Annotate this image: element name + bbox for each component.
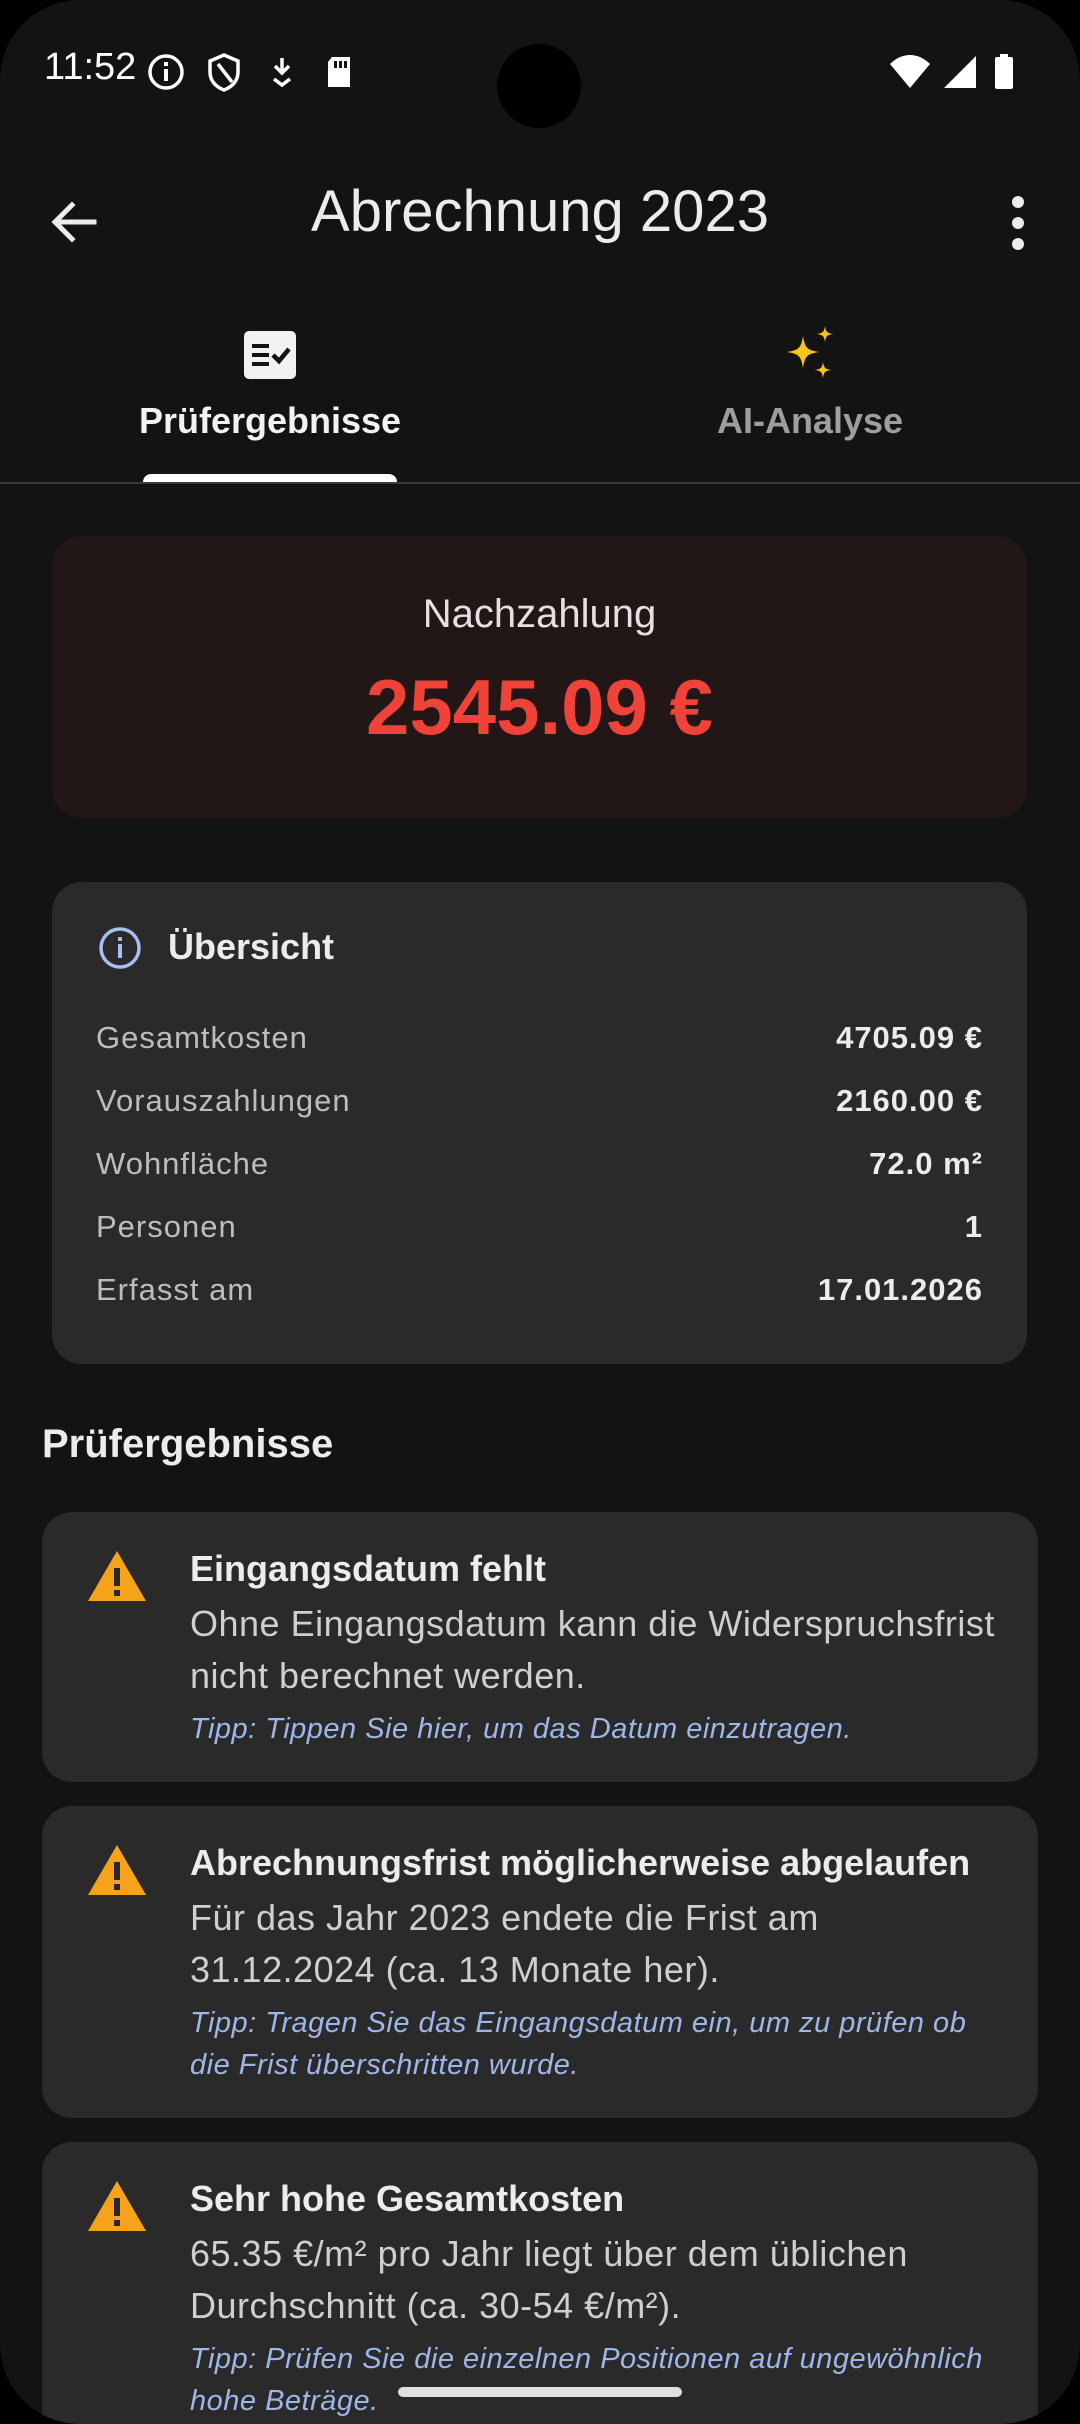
overview-row: Wohnfläche 72.0 m² bbox=[96, 1146, 983, 1196]
overview-value: 1 bbox=[964, 1209, 983, 1244]
result-card[interactable]: Abrechnungsfrist möglicherweise abgelauf… bbox=[42, 1806, 1038, 2118]
shield-icon bbox=[208, 53, 240, 92]
overview-label: Vorauszahlungen bbox=[96, 1083, 351, 1118]
signal-icon bbox=[944, 56, 976, 88]
results-heading: Prüfergebnisse bbox=[42, 1422, 334, 1466]
result-title: Abrechnungsfrist möglicherweise abgelauf… bbox=[190, 1842, 971, 1883]
overview-value: 2160.00 € bbox=[836, 1083, 983, 1118]
result-body: 65.35 €/m² pro Jahr liegt über dem üblic… bbox=[190, 2233, 908, 2326]
result-body: Ohne Eingangsdatum kann die Widerspruchs… bbox=[190, 1603, 995, 1696]
sparkles-icon bbox=[787, 326, 833, 378]
page-title: Abrechnung 2023 bbox=[311, 179, 769, 244]
result-title: Sehr hohe Gesamtkosten bbox=[190, 2178, 625, 2219]
balance-card: Nachzahlung 2545.09 € bbox=[52, 536, 1027, 818]
overview-value: 17.01.2026 bbox=[817, 1272, 983, 1307]
app-bar: Abrechnung 2023 bbox=[0, 150, 1080, 280]
info-icon bbox=[148, 54, 184, 90]
battery-icon bbox=[995, 54, 1013, 89]
camera-cutout bbox=[497, 44, 581, 128]
overview-row: Vorauszahlungen 2160.00 € bbox=[96, 1083, 983, 1133]
overview-row: Personen 1 bbox=[96, 1209, 983, 1259]
download-icon bbox=[272, 58, 292, 88]
warning-icon bbox=[88, 2181, 146, 2231]
overview-label: Gesamtkosten bbox=[96, 1020, 308, 1055]
warning-icon bbox=[88, 1551, 146, 1601]
result-card[interactable]: Sehr hohe Gesamtkosten 65.35 €/m² pro Ja… bbox=[42, 2142, 1038, 2424]
result-body: Für das Jahr 2023 endete die Frist am 31… bbox=[190, 1897, 819, 1990]
tab-label: Prüfergebnisse bbox=[138, 400, 402, 441]
overview-card: Übersicht Gesamtkosten 4705.09 € Vorausz… bbox=[52, 882, 1027, 1364]
status-time: 11:52 bbox=[44, 46, 137, 88]
result-tip: Tipp: Tragen Sie das Eingangsdatum ein, … bbox=[190, 2007, 967, 2081]
overview-value: 72.0 m² bbox=[869, 1146, 983, 1181]
result-tip: Tipp: Prüfen Sie die einzelnen Positione… bbox=[190, 2343, 983, 2417]
status-bar: 11:52 bbox=[0, 0, 1080, 140]
result-title: Eingangsdatum fehlt bbox=[190, 1548, 547, 1589]
info-outline-icon bbox=[99, 927, 141, 969]
tab-label: AI-Analyse bbox=[716, 400, 904, 441]
overview-title: Übersicht bbox=[168, 926, 335, 967]
sd-card-icon bbox=[328, 57, 350, 87]
more-vert-icon[interactable] bbox=[990, 188, 1046, 258]
overview-label: Erfasst am bbox=[96, 1272, 255, 1307]
overview-label: Wohnfläche bbox=[96, 1146, 270, 1181]
warning-icon bbox=[88, 1845, 146, 1895]
tab-pruefergebnisse[interactable]: Prüfergebnisse bbox=[0, 310, 540, 482]
checklist-icon bbox=[244, 331, 296, 379]
tab-bar: Prüfergebnisse AI-Analyse bbox=[0, 310, 1080, 484]
result-card[interactable]: Eingangsdatum fehlt Ohne Eingangsdatum k… bbox=[42, 1512, 1038, 1782]
phone-screen: 11:52 Abrechnung 2023 Prüfergebnisse AI-… bbox=[0, 0, 1080, 2424]
balance-label: Nachzahlung bbox=[422, 592, 657, 636]
balance-amount: 2545.09 € bbox=[365, 663, 713, 751]
overview-label: Personen bbox=[96, 1209, 237, 1244]
overview-row: Gesamtkosten 4705.09 € bbox=[96, 1020, 983, 1070]
wifi-icon bbox=[890, 55, 930, 88]
tab-indicator bbox=[143, 474, 397, 482]
home-indicator[interactable] bbox=[398, 2387, 682, 2397]
tab-ai-analyse[interactable]: AI-Analyse bbox=[540, 310, 1080, 482]
result-tip: Tipp: Tippen Sie hier, um das Datum einz… bbox=[190, 1713, 852, 1745]
overview-row: Erfasst am 17.01.2026 bbox=[96, 1272, 983, 1322]
overview-value: 4705.09 € bbox=[836, 1020, 983, 1055]
